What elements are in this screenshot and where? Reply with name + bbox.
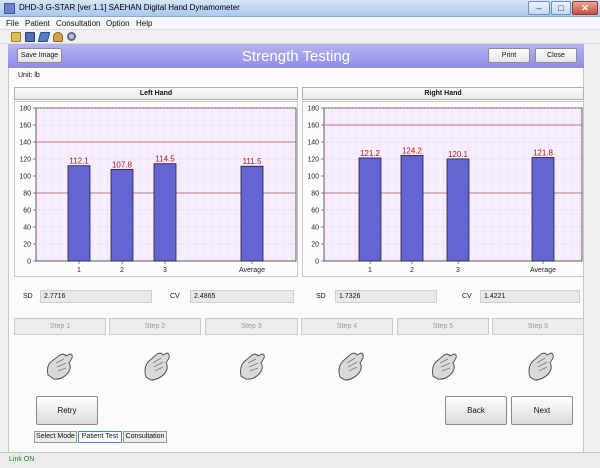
tab-select-mode[interactable]: Select Mode xyxy=(34,431,77,443)
y-tick-label: 0 xyxy=(315,259,319,266)
window-close-button[interactable]: ✕ xyxy=(572,1,598,15)
y-tick-label: 20 xyxy=(311,242,319,249)
bar xyxy=(446,158,470,262)
hand-grip-icon xyxy=(240,353,265,380)
right-sd-value: 1.7326 xyxy=(335,290,437,303)
left-sd-label: SD xyxy=(23,293,33,300)
menu-consultation[interactable]: Consultation xyxy=(56,19,100,28)
y-tick-label: 40 xyxy=(23,225,31,232)
hand-grip-icon xyxy=(528,352,554,381)
bar xyxy=(400,155,424,262)
bar-value-label: 111.5 xyxy=(243,157,262,166)
hand-grip-icon xyxy=(338,352,364,381)
step-tab-3[interactable]: Step 3 xyxy=(205,318,298,335)
search-icon[interactable] xyxy=(67,32,76,41)
save-icon[interactable] xyxy=(25,32,35,42)
close-button[interactable]: Close xyxy=(535,48,577,63)
left-cv-label: CV xyxy=(170,293,180,300)
bar xyxy=(153,163,177,262)
menu-help[interactable]: Help xyxy=(136,19,152,28)
bar-value-label: 107.8 xyxy=(112,160,133,169)
open-icon[interactable] xyxy=(11,32,21,42)
right-hand-heading: Right Hand xyxy=(302,87,584,100)
left-cv-value: 2.4865 xyxy=(190,290,294,303)
y-tick-label: 40 xyxy=(311,225,319,232)
toolbar xyxy=(0,30,600,44)
unit-label: Unit: lb xyxy=(18,72,40,79)
bar xyxy=(531,157,555,262)
next-button[interactable]: Next xyxy=(511,396,573,425)
print-button[interactable]: Print xyxy=(488,48,530,63)
bar-value-label: 124.2 xyxy=(402,146,423,155)
hand-grip-icon xyxy=(432,353,457,380)
bar-value-label: 112.1 xyxy=(69,157,89,166)
bar-value-label: 121.2 xyxy=(360,149,381,158)
y-tick-label: 0 xyxy=(27,259,31,266)
right-cv-value: 1.4221 xyxy=(480,290,580,303)
window-title: DHD-3 G-STAR [ver 1.1] SAEHAN Digital Ha… xyxy=(19,3,240,12)
step-tab-5[interactable]: Step 5 xyxy=(397,318,489,335)
right-sd-label: SD xyxy=(316,293,326,300)
save-image-button[interactable]: Save Image xyxy=(17,48,62,63)
minimize-button[interactable]: – xyxy=(528,1,550,15)
x-tick-label: 2 xyxy=(120,267,124,274)
hand-grip-icon xyxy=(144,352,170,381)
y-tick-label: 140 xyxy=(307,140,319,147)
x-tick-label: Average xyxy=(530,267,556,274)
bar xyxy=(358,157,382,262)
y-tick-label: 160 xyxy=(19,123,31,130)
y-tick-label: 100 xyxy=(19,174,31,181)
status-bar xyxy=(0,452,600,468)
y-tick-label: 20 xyxy=(23,242,31,249)
left-hand-heading: Left Hand xyxy=(14,87,298,100)
left-chart-frame: 0 20 40 60 80 100 120 140 160 180 112.1 1 107.8 2 114.… xyxy=(14,101,298,277)
retry-button[interactable]: Retry xyxy=(36,396,98,425)
maximize-button[interactable]: □ xyxy=(551,1,571,15)
y-tick-label: 100 xyxy=(307,174,319,181)
back-button[interactable]: Back xyxy=(445,396,507,425)
step-tab-1[interactable]: Step 1 xyxy=(14,318,106,335)
menu-file[interactable]: File xyxy=(6,19,19,28)
y-tick-label: 140 xyxy=(19,140,31,147)
x-tick-label: 2 xyxy=(410,267,414,274)
hand-grip-icon xyxy=(47,353,73,380)
x-tick-label: 3 xyxy=(456,267,460,274)
menu-patient[interactable]: Patient xyxy=(25,19,50,28)
y-tick-label: 80 xyxy=(23,191,31,198)
y-tick-label: 180 xyxy=(307,106,319,113)
y-tick-label: 60 xyxy=(23,208,31,215)
bar-value-label: 114.5 xyxy=(155,155,175,164)
tab-consultation[interactable]: Consultation xyxy=(123,431,167,443)
x-tick-label: 1 xyxy=(77,267,81,274)
app-icon xyxy=(4,3,15,14)
bar xyxy=(240,165,264,262)
x-tick-label: Average xyxy=(239,267,265,274)
y-tick-label: 80 xyxy=(311,191,319,198)
right-hand-chart: 0 20 40 60 80 100 120 140 160 180 121.2 1 124.2 2 120.… xyxy=(307,106,583,274)
bar xyxy=(67,165,91,262)
y-tick-label: 60 xyxy=(311,208,319,215)
x-tick-label: 3 xyxy=(163,267,167,274)
y-tick-label: 120 xyxy=(19,157,31,164)
y-tick-label: 180 xyxy=(19,106,31,113)
left-hand-chart: 0 20 40 60 80 100 120 140 160 180 112.1 1 107.8 2 114.… xyxy=(19,106,297,274)
y-tick-label: 120 xyxy=(307,157,319,164)
right-chart-frame: 0 20 40 60 80 100 120 140 160 180 121.2 1 124.2 2 120.… xyxy=(302,101,584,277)
right-cv-label: CV xyxy=(462,293,472,300)
bar xyxy=(110,168,134,262)
link-status: Link ON xyxy=(9,456,35,463)
user-icon[interactable] xyxy=(53,32,63,42)
step-tab-6[interactable]: Step 6 xyxy=(492,318,584,335)
y-tick-label: 160 xyxy=(307,123,319,130)
tab-patient-test[interactable]: Patient Test xyxy=(78,431,122,443)
step-tab-4[interactable]: Step 4 xyxy=(301,318,393,335)
bar-value-label: 121.8 xyxy=(533,148,554,157)
left-sd-value: 2.7716 xyxy=(40,290,152,303)
step-tab-2[interactable]: Step 2 xyxy=(109,318,201,335)
bar-value-label: 120.1 xyxy=(448,150,469,159)
menu-option[interactable]: Option xyxy=(106,19,130,28)
x-tick-label: 1 xyxy=(368,267,372,274)
